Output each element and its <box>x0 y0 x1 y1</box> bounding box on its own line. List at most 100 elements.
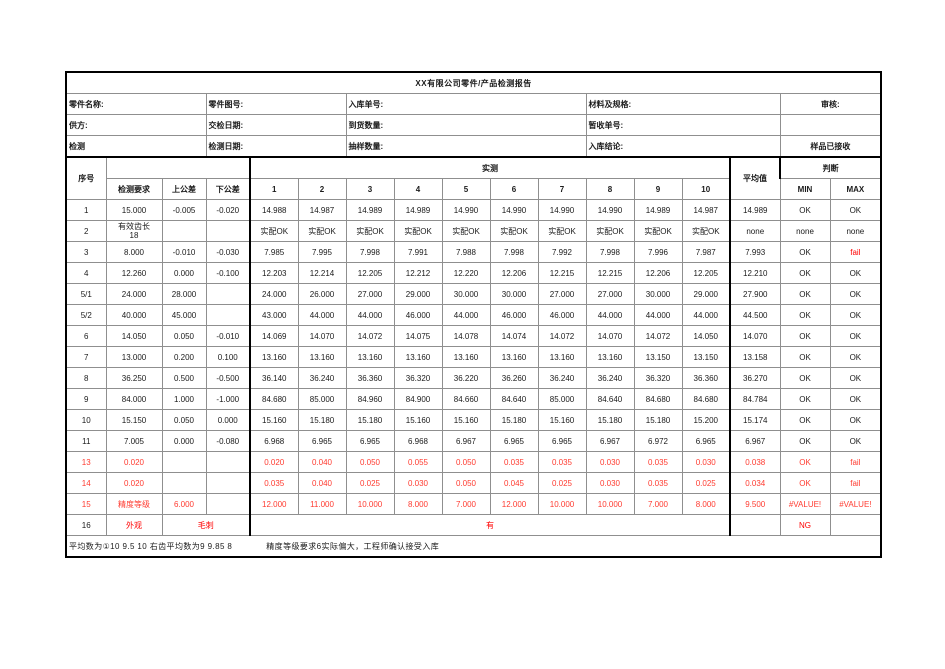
row-measure-4: 0.030 <box>393 472 443 494</box>
row-measure-2: 11.000 <box>297 493 347 515</box>
field-arrival-qty-label: 到货数量: <box>345 114 587 136</box>
row-judge-min: OK <box>779 409 831 431</box>
row-measure-1: 7.985 <box>249 241 299 263</box>
row-index: 2 <box>65 220 107 242</box>
row-lower-tolerance <box>205 451 251 473</box>
row-measure-3: 0.050 <box>345 451 395 473</box>
field-sample-received-value: 样品已接收 <box>779 135 883 158</box>
header-spec-group <box>105 156 251 179</box>
row-measure-1: 14.988 <box>249 199 299 221</box>
row-measure-7: 实配OK <box>537 220 587 242</box>
row-measure-3: 27.000 <box>345 283 395 305</box>
table-row: 14 0.020 0.035 0.040 0.025 0.030 0.050 0.045 0.0… <box>65 472 883 494</box>
header-requirement: 检测要求 <box>105 178 163 200</box>
row-judge-max: OK <box>829 262 883 284</box>
field-review-label: 审核: <box>779 93 883 115</box>
row-measure-5: 实配OK <box>441 220 491 242</box>
row-measure-7: 46.000 <box>537 304 587 326</box>
row-measure-9: 15.180 <box>633 409 683 431</box>
row-measure-9: 7.996 <box>633 241 683 263</box>
row-measure-8: 27.000 <box>585 283 635 305</box>
header-measured-group: 实测 <box>249 156 731 179</box>
appearance-judge-min: NG <box>779 514 831 536</box>
row-measure-5: 30.000 <box>441 283 491 305</box>
row-measure-2: 6.965 <box>297 430 347 452</box>
row-average: 12.210 <box>729 262 781 284</box>
row-measure-7: 15.160 <box>537 409 587 431</box>
header-index: 序号 <box>65 156 107 200</box>
row-lower-tolerance <box>205 304 251 326</box>
row-measure-7: 6.965 <box>537 430 587 452</box>
row-average: 84.784 <box>729 388 781 410</box>
row-measure-3: 7.998 <box>345 241 395 263</box>
row-measure-1: 0.020 <box>249 451 299 473</box>
row-measure-5: 0.050 <box>441 451 491 473</box>
table-row: 8 36.250 0.500 -0.500 36.140 36.240 36.360 36.3… <box>65 367 883 389</box>
row-measure-10: 8.000 <box>681 493 731 515</box>
row-judge-min: OK <box>779 262 831 284</box>
row-measure-2: 13.160 <box>297 346 347 368</box>
row-lower-tolerance <box>205 220 251 242</box>
row-measure-5: 6.967 <box>441 430 491 452</box>
row-average: 15.174 <box>729 409 781 431</box>
row-measure-1: 0.035 <box>249 472 299 494</box>
row-upper-tolerance: 6.000 <box>161 493 207 515</box>
row-measure-1: 13.160 <box>249 346 299 368</box>
field-supplier-label: 供方: <box>65 114 207 136</box>
row-index: 1 <box>65 199 107 221</box>
row-measure-2: 实配OK <box>297 220 347 242</box>
row-measure-8: 实配OK <box>585 220 635 242</box>
row-measure-6: 12.000 <box>489 493 539 515</box>
table-row: 7 13.000 0.200 0.100 13.160 13.160 13.160 13.16… <box>65 346 883 368</box>
row-average: 0.034 <box>729 472 781 494</box>
row-measure-6: 7.998 <box>489 241 539 263</box>
row-measure-5: 14.990 <box>441 199 491 221</box>
row-upper-tolerance: -0.005 <box>161 199 207 221</box>
row-measure-3: 12.205 <box>345 262 395 284</box>
field-material-spec-label: 材料及规格: <box>585 93 781 115</box>
row-judge-min: OK <box>779 346 831 368</box>
header-lower-tol: 下公差 <box>205 178 251 200</box>
row-upper-tolerance <box>161 220 207 242</box>
row-measure-3: 0.025 <box>345 472 395 494</box>
field-inbound-conclusion-label: 入库结论: <box>585 135 781 158</box>
row-average: 44.500 <box>729 304 781 326</box>
column-header-row-top: 序号 实测 平均值 判断 <box>65 156 883 200</box>
row-measure-6: 15.180 <box>489 409 539 431</box>
header-measure-6: 6 <box>489 178 539 200</box>
row-measure-8: 7.998 <box>585 241 635 263</box>
row-lower-tolerance: -1.000 <box>205 388 251 410</box>
header-measure-7: 7 <box>537 178 587 200</box>
row-measure-4: 8.000 <box>393 493 443 515</box>
field-delivery-date-label: 交检日期: <box>205 114 347 136</box>
row-measure-3: 84.960 <box>345 388 395 410</box>
row-measure-2: 44.000 <box>297 304 347 326</box>
row-requirement: 13.000 <box>105 346 163 368</box>
row-measure-4: 13.160 <box>393 346 443 368</box>
row-upper-tolerance: 45.000 <box>161 304 207 326</box>
page-title: XX有限公司零件/产品检测报告 <box>64 71 883 94</box>
row-measure-8: 36.240 <box>585 367 635 389</box>
row-measure-4: 7.991 <box>393 241 443 263</box>
row-upper-tolerance: 0.500 <box>161 367 207 389</box>
row-requirement: 40.000 <box>105 304 163 326</box>
row-average: 14.070 <box>729 325 781 347</box>
row-measure-8: 84.640 <box>585 388 635 410</box>
row-upper-tolerance <box>161 451 207 473</box>
row-measure-6: 实配OK <box>489 220 539 242</box>
row-measure-6: 0.035 <box>489 451 539 473</box>
row-lower-tolerance: -0.020 <box>205 199 251 221</box>
row-measure-6: 36.260 <box>489 367 539 389</box>
row-measure-8: 6.967 <box>585 430 635 452</box>
row-index: 4 <box>65 262 107 284</box>
row-measure-6: 12.206 <box>489 262 539 284</box>
row-measure-2: 26.000 <box>297 283 347 305</box>
row-measure-9: 14.989 <box>633 199 683 221</box>
row-requirement: 12.260 <box>105 262 163 284</box>
row-measure-5: 84.660 <box>441 388 491 410</box>
row-judge-max: #VALUE! <box>829 493 883 515</box>
row-measure-10: 36.360 <box>681 367 731 389</box>
row-measure-2: 15.180 <box>297 409 347 431</box>
row-measure-2: 0.040 <box>297 451 347 473</box>
row-measure-7: 12.215 <box>537 262 587 284</box>
